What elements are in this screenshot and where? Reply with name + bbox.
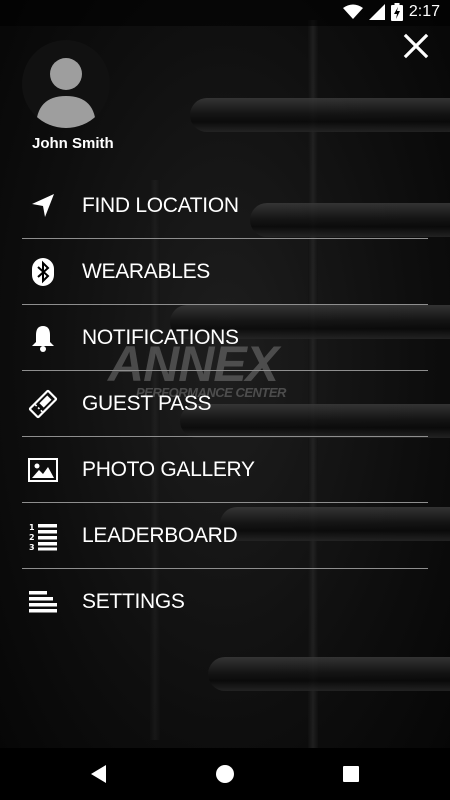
menu-item-settings[interactable]: SETTINGS bbox=[22, 569, 428, 634]
svg-text:3: 3 bbox=[29, 543, 35, 551]
menu-label-guest-pass: GUEST PASS bbox=[82, 392, 212, 415]
settings-lines-icon bbox=[29, 591, 57, 613]
back-triangle-icon bbox=[91, 765, 106, 783]
status-bar: 2:17 bbox=[0, 0, 450, 26]
menu-item-photo-gallery[interactable]: PHOTO GALLERY bbox=[22, 437, 428, 503]
menu-label-notifications: NOTIFICATIONS bbox=[82, 326, 239, 349]
navigation-arrow-icon bbox=[32, 194, 54, 217]
menu-label-leaderboard: LEADERBOARD bbox=[82, 524, 238, 547]
menu-label-find-location: FIND LOCATION bbox=[82, 194, 239, 217]
svg-text:1: 1 bbox=[29, 523, 35, 532]
menu-item-find-location[interactable]: FIND LOCATION bbox=[22, 173, 428, 239]
battery-charging-icon bbox=[390, 3, 403, 21]
user-silhouette-icon bbox=[36, 58, 96, 128]
image-icon bbox=[28, 458, 58, 482]
bluetooth-icon bbox=[32, 258, 54, 286]
ticket-icon bbox=[28, 389, 58, 419]
recents-button[interactable] bbox=[339, 762, 363, 786]
svg-text:2: 2 bbox=[29, 533, 35, 542]
menu-item-guest-pass[interactable]: GUEST PASS bbox=[22, 371, 428, 437]
menu-label-settings: SETTINGS bbox=[82, 590, 185, 613]
navigation-menu: FIND LOCATION WEARABLES NOTIFICATIONS GU… bbox=[22, 173, 428, 634]
status-time: 2:17 bbox=[408, 3, 440, 20]
home-button[interactable] bbox=[213, 762, 237, 786]
bell-icon bbox=[32, 326, 54, 352]
home-circle-icon bbox=[216, 765, 234, 783]
menu-item-leaderboard[interactable]: 1 2 3 LEADERBOARD bbox=[22, 503, 428, 569]
avatar[interactable] bbox=[22, 40, 110, 128]
profile-name: John Smith bbox=[32, 135, 114, 152]
menu-item-wearables[interactable]: WEARABLES bbox=[22, 239, 428, 305]
system-navigation-bar bbox=[0, 748, 450, 800]
recents-square-icon bbox=[343, 766, 359, 782]
wifi-icon bbox=[342, 4, 363, 19]
numbered-list-icon: 1 2 3 bbox=[29, 523, 57, 551]
close-button[interactable] bbox=[400, 30, 432, 62]
cell-signal-icon bbox=[368, 4, 385, 20]
menu-label-wearables: WEARABLES bbox=[82, 260, 211, 283]
menu-item-notifications[interactable]: NOTIFICATIONS bbox=[22, 305, 428, 371]
close-icon bbox=[403, 33, 429, 59]
back-button[interactable] bbox=[88, 762, 112, 786]
menu-label-photo-gallery: PHOTO GALLERY bbox=[82, 458, 255, 481]
